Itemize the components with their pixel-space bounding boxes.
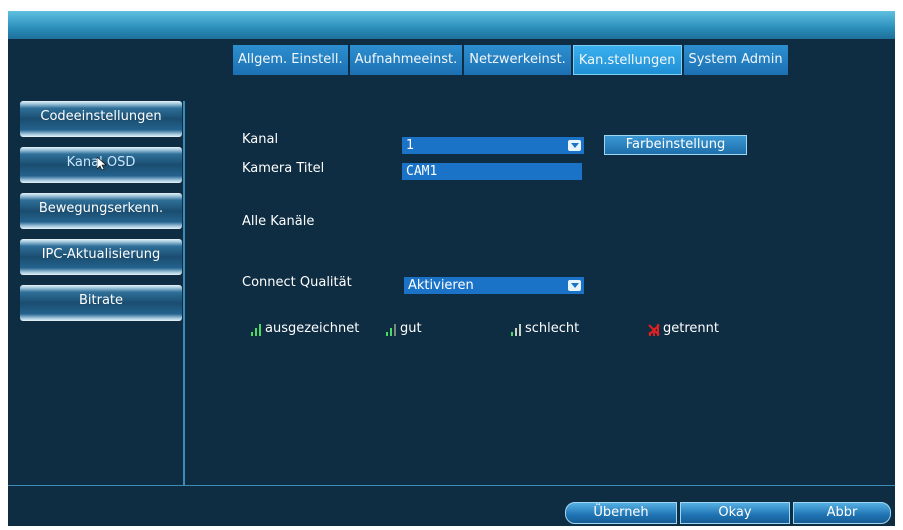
x-mark-icon xyxy=(648,324,660,336)
all-channels-label: Alle Kanäle xyxy=(242,214,315,229)
sidebar-item-code-settings[interactable]: Codeeinstellungen xyxy=(20,101,182,137)
legend-bad-label: schlecht xyxy=(525,321,580,336)
camera-title-input[interactable]: CAM1 xyxy=(402,163,582,180)
signal-good-icon xyxy=(386,324,396,336)
channel-select[interactable]: 1 xyxy=(402,137,584,154)
tab-channel-settings[interactable]: Kan.stellungen xyxy=(572,45,682,75)
dvr-settings-screen: Allgem. Einstell. Aufnahmeeinst. Netzwer… xyxy=(8,11,895,526)
legend-disconnected: getrennt xyxy=(648,321,719,336)
legend-good: gut xyxy=(386,321,422,336)
chevron-down-icon xyxy=(568,140,581,151)
legend-bad: schlecht xyxy=(511,321,579,336)
signal-disconnected-icon xyxy=(648,324,660,336)
legend-excellent-label: ausgezeichnet xyxy=(265,321,360,336)
signal-excellent-icon xyxy=(251,324,261,336)
top-bar xyxy=(8,11,895,39)
connect-quality-select[interactable]: Aktivieren xyxy=(404,277,584,294)
cancel-button[interactable]: Abbr xyxy=(793,502,891,524)
chevron-down-icon xyxy=(568,280,581,291)
color-settings-button[interactable]: Farbeinstellung xyxy=(604,135,747,155)
tab-network[interactable]: Netzwerkeinst. xyxy=(464,45,571,75)
ok-button[interactable]: Okay xyxy=(680,502,790,524)
legend-good-label: gut xyxy=(400,321,422,336)
legend-disconnected-label: getrennt xyxy=(663,321,719,336)
connect-quality-label: Connect Qualität xyxy=(242,275,352,290)
tab-recording[interactable]: Aufnahmeeinst. xyxy=(349,45,463,75)
signal-bad-icon xyxy=(511,324,521,336)
channel-label: Kanal xyxy=(242,132,279,147)
channel-select-value: 1 xyxy=(406,138,415,153)
sidebar-item-bitrate[interactable]: Bitrate xyxy=(20,285,182,321)
mouse-pointer-icon xyxy=(97,157,107,171)
camera-title-label: Kamera Titel xyxy=(242,161,325,176)
tab-system-admin[interactable]: System Admin xyxy=(683,45,788,75)
connect-quality-value: Aktivieren xyxy=(408,278,474,293)
legend-excellent: ausgezeichnet xyxy=(251,321,359,336)
sidebar-item-ipc-update[interactable]: IPC-Aktualisierung xyxy=(20,239,182,275)
footer-divider xyxy=(8,485,895,486)
sidebar-item-motion-detection[interactable]: Bewegungserkenn. xyxy=(20,193,182,229)
tab-general[interactable]: Allgem. Einstell. xyxy=(233,45,348,75)
apply-button[interactable]: Überneh xyxy=(565,502,677,524)
tab-bar: Allgem. Einstell. Aufnahmeeinst. Netzwer… xyxy=(233,45,788,75)
sidebar-divider xyxy=(183,101,185,486)
